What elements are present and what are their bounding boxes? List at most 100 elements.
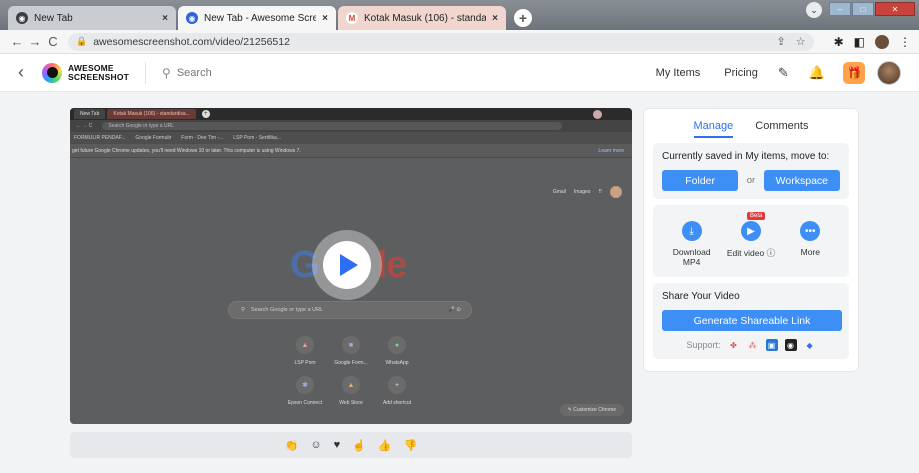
video-browser-tabbar: New Tab Kotak Masuk (106) - standardisa.…: [70, 108, 632, 120]
browser-tab-awesome-screenshot[interactable]: ◉ New Tab - Awesome Screenshot ×: [178, 6, 336, 30]
jira-icon[interactable]: ◆: [804, 339, 816, 351]
support-label: Support:: [686, 340, 721, 350]
shortcut: ● WhatsApp: [374, 336, 420, 366]
edit-video-button[interactable]: ▶ Beta Edit video ⓘ: [723, 212, 779, 267]
folder-button[interactable]: Folder: [662, 170, 739, 191]
share-title: Share Your Video: [662, 291, 740, 302]
close-window-button[interactable]: ✕: [875, 2, 915, 16]
generate-link-button[interactable]: Generate Shareable Link: [662, 310, 842, 331]
browser-tab-new-tab[interactable]: ◉ New Tab ×: [8, 6, 176, 30]
close-icon[interactable]: ×: [322, 13, 328, 24]
edit-label: Edit video ⓘ: [726, 248, 776, 258]
profile-avatar[interactable]: [875, 34, 889, 49]
extension-puzzle-icon[interactable]: ✱: [834, 35, 844, 49]
close-icon[interactable]: ×: [162, 13, 168, 24]
download-mp4-button[interactable]: ⤓ Download MP4: [664, 221, 720, 267]
edit-video-icon: ▶ Beta: [740, 212, 766, 241]
shortcut: + Add shortcut: [374, 376, 420, 406]
url-text: awesomescreenshot.com/video/21256512: [93, 35, 290, 48]
logo-wordmark: AWESOME SCREENSHOT: [68, 63, 129, 82]
move-card: Currently saved in My items, move to: Fo…: [653, 143, 849, 199]
browser-tabbar: ◉ New Tab × ◉ New Tab - Awesome Screensh…: [0, 0, 919, 30]
video-avatar: [610, 186, 622, 198]
close-icon[interactable]: ×: [492, 13, 498, 24]
side-panel-icon[interactable]: ◧: [854, 35, 865, 49]
shortcut: ✱ Epson Connect: [282, 376, 328, 406]
my-items-link[interactable]: My Items: [656, 67, 701, 79]
panel-tabs: Manage Comments: [644, 109, 858, 143]
pricing-link[interactable]: Pricing: [724, 67, 758, 79]
awesome-screenshot-icon: ◉: [186, 12, 198, 24]
tab-label: Kotak Masuk (106) - standardisa: [364, 12, 487, 24]
slack-icon[interactable]: ✤: [728, 339, 740, 351]
workspace-button[interactable]: Workspace: [763, 170, 840, 191]
video-omnibox: Search Google or type a URL: [102, 122, 563, 130]
images-link: Images: [573, 189, 591, 195]
video-avatar: [593, 109, 602, 119]
divider: [145, 61, 147, 84]
video-player[interactable]: New Tab Kotak Masuk (106) - standardisa.…: [70, 108, 632, 424]
video-tab: Kotak Masuk (106) - standardisa...: [107, 109, 196, 119]
tab-label: New Tab - Awesome Screenshot: [204, 12, 317, 24]
tab-label: New Tab: [34, 12, 73, 24]
asana-icon[interactable]: ⁂: [747, 339, 759, 351]
search-icon: ⚲: [162, 65, 171, 80]
finger-icon[interactable]: ☝: [352, 439, 366, 452]
app-header: ‹ AWESOME SCREENSHOT ⚲ Search My Items P…: [0, 54, 919, 92]
back-arrow-icon[interactable]: ←: [8, 34, 26, 49]
or-text: or: [746, 175, 756, 186]
user-avatar[interactable]: [877, 60, 901, 85]
lock-icon: 🔒: [76, 36, 88, 46]
more-dots-icon: •••: [800, 221, 821, 241]
video-infobar: get future Google Chrome updates, you'll…: [70, 144, 632, 158]
search-input[interactable]: ⚲ Search: [162, 66, 212, 80]
browser-tab-gmail[interactable]: M Kotak Masuk (106) - standardisa ×: [338, 6, 506, 30]
gmail-icon: M: [346, 12, 358, 24]
bell-icon[interactable]: 🔔: [809, 65, 825, 81]
feedback-icon[interactable]: ✎: [778, 65, 789, 81]
bookmark: LSP Pom - Sertifika...: [233, 135, 281, 141]
bookmark: FORMULIR PENDAF...: [74, 135, 126, 141]
video-google-links: Gmail Images ⠿: [553, 186, 622, 198]
minimize-button[interactable]: –: [829, 2, 851, 16]
bookmark: Form - Dee Tim -...: [181, 135, 224, 141]
thumbs-up-icon[interactable]: 👍: [378, 439, 392, 452]
learn-more: Learn more: [598, 147, 624, 154]
update-notice: get future Google Chrome updates, you'll…: [72, 147, 301, 154]
address-bar-row: ← → C 🔒 awesomescreenshot.com/video/2125…: [0, 30, 919, 54]
logo[interactable]: AWESOME SCREENSHOT: [42, 62, 129, 83]
heart-icon[interactable]: ♥: [334, 439, 341, 451]
shortcut: ▲ LSP Pom: [282, 336, 328, 366]
saved-text: Currently saved in My items, move to:: [662, 151, 830, 162]
video-google-search: ⚲ Search Google or type a URL 🎤 ⊙: [228, 301, 472, 319]
reload-icon[interactable]: C: [44, 34, 62, 49]
play-button[interactable]: [312, 230, 382, 300]
url-input[interactable]: 🔒 awesomescreenshot.com/video/21256512 ⇪…: [68, 32, 814, 51]
maximize-button[interactable]: □: [852, 2, 874, 16]
video-tab: New Tab: [74, 109, 106, 119]
plus-icon: +: [201, 110, 210, 118]
tab-manage[interactable]: Manage: [693, 120, 734, 138]
github-icon[interactable]: ◉: [784, 339, 797, 351]
new-tab-button[interactable]: +: [514, 9, 532, 27]
chevron-down-icon[interactable]: ⌄: [806, 2, 822, 18]
more-button[interactable]: ••• More: [782, 221, 838, 267]
shortcut: ■ Google Form...: [328, 336, 374, 366]
forward-arrow-icon[interactable]: →: [26, 34, 44, 49]
thumbs-down-icon[interactable]: 👎: [404, 439, 418, 452]
star-icon[interactable]: ☆: [796, 35, 806, 48]
video-search-placeholder: Search Google or type a URL: [251, 307, 324, 313]
menu-dots-icon[interactable]: ⋮: [899, 35, 911, 49]
tab-comments[interactable]: Comments: [755, 120, 808, 138]
trello-icon[interactable]: ▣: [765, 339, 778, 351]
back-chevron-icon[interactable]: ‹: [18, 62, 24, 83]
clap-icon[interactable]: 👏: [285, 439, 299, 452]
support-row: Support: ✤ ⁂ ▣ ◉ ◆: [662, 339, 840, 351]
smile-icon[interactable]: ☺: [310, 439, 321, 451]
gmail-link: Gmail: [552, 189, 566, 195]
gift-icon[interactable]: 🎁: [843, 61, 865, 84]
reactions-bar: 👏 ☺ ♥ ☝ 👍 👎: [70, 432, 632, 458]
more-label: More: [800, 247, 820, 257]
share-icon[interactable]: ⇪: [777, 35, 786, 48]
search-placeholder: Search: [176, 66, 212, 79]
